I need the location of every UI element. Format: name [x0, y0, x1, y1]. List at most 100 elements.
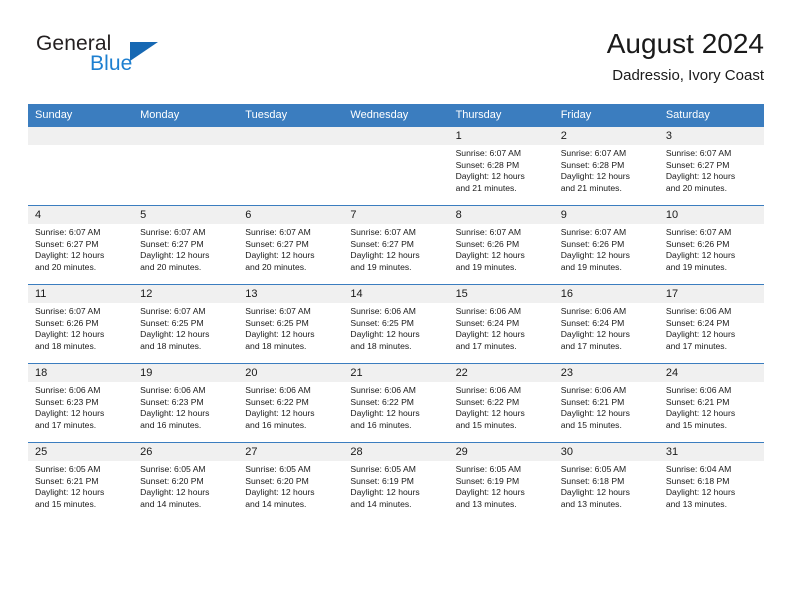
- calendar-day-cell[interactable]: 24 Sunrise: 6:06 AM Sunset: 6:21 PM Dayligh…: [658, 363, 764, 443]
- sunrise-text: Sunrise: 6:06 AM: [665, 385, 732, 395]
- calendar-cell-empty: [238, 126, 344, 206]
- sunrise-text: Sunrise: 6:06 AM: [140, 385, 206, 395]
- sunrise-text: Sunrise: 6:07 AM: [35, 227, 101, 237]
- sunrise-text: Sunrise: 6:07 AM: [455, 227, 522, 237]
- daylight-text-line2: and 15 minutes.: [35, 498, 97, 509]
- daylight-text-line1: Daylight: 12 hours: [455, 250, 525, 261]
- calendar-day-cell[interactable]: 26 Sunrise: 6:05 AM Sunset: 6:20 PM Dayligh…: [133, 442, 239, 521]
- day-number: 6: [238, 206, 344, 224]
- daylight-text-line1: Daylight: 12 hours: [455, 329, 525, 340]
- calendar-day-cell[interactable]: 6 Sunrise: 6:07 AM Sunset: 6:27 PM Daylight…: [238, 205, 344, 285]
- calendar-day-cell[interactable]: 9 Sunrise: 6:07 AM Sunset: 6:26 PM Daylight…: [553, 205, 659, 285]
- calendar-day-cell[interactable]: 19 Sunrise: 6:06 AM Sunset: 6:23 PM Dayligh…: [133, 363, 239, 443]
- calendar-day-cell[interactable]: 4 Sunrise: 6:07 AM Sunset: 6:27 PM Daylight…: [28, 205, 134, 285]
- daylight-text-line2: and 13 minutes.: [665, 498, 727, 509]
- day-number: 17: [658, 285, 764, 303]
- daylight-text-line1: Daylight: 12 hours: [350, 487, 420, 498]
- sunrise-text: Sunrise: 6:07 AM: [35, 306, 101, 316]
- calendar-day-cell[interactable]: 2 Sunrise: 6:07 AM Sunset: 6:28 PM Daylight…: [553, 126, 659, 206]
- day-number: 4: [28, 206, 134, 224]
- calendar-day-cell[interactable]: 11 Sunrise: 6:07 AM Sunset: 6:26 PM Dayligh…: [28, 284, 134, 364]
- weekday-header-thursday: Thursday: [448, 104, 554, 127]
- sunrise-text: Sunrise: 6:05 AM: [350, 464, 416, 474]
- calendar-day-cell[interactable]: 29 Sunrise: 6:05 AM Sunset: 6:19 PM Dayligh…: [448, 442, 554, 521]
- day-number: 31: [658, 443, 764, 461]
- sunrise-text: Sunrise: 6:06 AM: [560, 385, 627, 395]
- calendar-day-cell[interactable]: 14 Sunrise: 6:06 AM Sunset: 6:25 PM Dayligh…: [343, 284, 449, 364]
- calendar-day-cell[interactable]: 3 Sunrise: 6:07 AM Sunset: 6:27 PM Daylight…: [658, 126, 764, 206]
- day-number: 27: [238, 443, 344, 461]
- general-blue-logo[interactable]: General Blue: [28, 32, 268, 92]
- sunset-text: Sunset: 6:19 PM: [350, 475, 414, 486]
- daylight-text-line1: Daylight: 12 hours: [665, 408, 736, 419]
- calendar-day-cell[interactable]: 5 Sunrise: 6:07 AM Sunset: 6:27 PM Daylight…: [133, 205, 239, 285]
- calendar-day-cell[interactable]: 17 Sunrise: 6:06 AM Sunset: 6:24 PM Dayligh…: [658, 284, 764, 364]
- daylight-text-line2: and 18 minutes.: [140, 340, 202, 351]
- sunset-text: Sunset: 6:23 PM: [140, 396, 204, 407]
- day-number: 16: [553, 285, 659, 303]
- sunset-text: Sunset: 6:26 PM: [560, 238, 625, 249]
- daylight-text-line2: and 17 minutes.: [665, 340, 727, 351]
- daylight-text-line1: Daylight: 12 hours: [35, 408, 105, 419]
- page-title: August 2024: [606, 28, 764, 59]
- calendar-day-cell[interactable]: 30 Sunrise: 6:05 AM Sunset: 6:18 PM Dayligh…: [553, 442, 659, 521]
- sunrise-text: Sunrise: 6:05 AM: [140, 464, 206, 474]
- daylight-text-line1: Daylight: 12 hours: [245, 408, 315, 419]
- day-details: Sunrise: 6:06 AM Sunset: 6:21 PM Daylight:…: [554, 382, 659, 431]
- calendar-day-cell[interactable]: 23 Sunrise: 6:06 AM Sunset: 6:21 PM Dayligh…: [553, 363, 659, 443]
- sunset-text: Sunset: 6:22 PM: [350, 396, 414, 407]
- sunset-text: Sunset: 6:19 PM: [455, 475, 520, 486]
- day-number: [133, 127, 239, 145]
- day-details: Sunrise: 6:05 AM Sunset: 6:19 PM Daylight:…: [449, 461, 554, 510]
- calendar-day-cell[interactable]: 16 Sunrise: 6:06 AM Sunset: 6:24 PM Dayligh…: [553, 284, 659, 364]
- day-details: Sunrise: 6:06 AM Sunset: 6:22 PM Daylight:…: [343, 382, 448, 431]
- daylight-text-line1: Daylight: 12 hours: [35, 250, 105, 261]
- calendar-day-cell[interactable]: 22 Sunrise: 6:06 AM Sunset: 6:22 PM Dayligh…: [448, 363, 554, 443]
- day-number: 5: [133, 206, 239, 224]
- daylight-text-line2: and 20 minutes.: [665, 182, 727, 193]
- calendar-day-cell[interactable]: 18 Sunrise: 6:06 AM Sunset: 6:23 PM Dayligh…: [28, 363, 134, 443]
- day-number: 21: [343, 364, 449, 382]
- calendar-day-cell[interactable]: 28 Sunrise: 6:05 AM Sunset: 6:19 PM Dayligh…: [343, 442, 449, 521]
- calendar-day-cell[interactable]: 7 Sunrise: 6:07 AM Sunset: 6:27 PM Daylight…: [343, 205, 449, 285]
- day-details: Sunrise: 6:05 AM Sunset: 6:20 PM Daylight:…: [238, 461, 343, 510]
- daylight-text-line2: and 20 minutes.: [35, 261, 97, 272]
- calendar-day-cell[interactable]: 10 Sunrise: 6:07 AM Sunset: 6:26 PM Dayligh…: [658, 205, 764, 285]
- calendar-day-cell[interactable]: 1 Sunrise: 6:07 AM Sunset: 6:28 PM Daylight…: [448, 126, 554, 206]
- calendar-cell-empty: [133, 126, 239, 206]
- calendar-week-row: 25 Sunrise: 6:05 AM Sunset: 6:21 PM Dayligh…: [28, 442, 764, 521]
- calendar-cell-empty: [28, 126, 134, 206]
- calendar-day-cell[interactable]: 13 Sunrise: 6:07 AM Sunset: 6:25 PM Dayligh…: [238, 284, 344, 364]
- sunset-text: Sunset: 6:28 PM: [455, 159, 520, 170]
- daylight-text-line1: Daylight: 12 hours: [455, 408, 525, 419]
- day-details: Sunrise: 6:07 AM Sunset: 6:26 PM Daylight:…: [449, 224, 554, 273]
- day-details: Sunrise: 6:05 AM Sunset: 6:19 PM Daylight:…: [343, 461, 448, 510]
- daylight-text-line1: Daylight: 12 hours: [350, 250, 420, 261]
- calendar-day-cell[interactable]: 31 Sunrise: 6:04 AM Sunset: 6:18 PM Dayligh…: [658, 442, 764, 521]
- day-details: Sunrise: 6:06 AM Sunset: 6:23 PM Daylight:…: [28, 382, 133, 431]
- sunrise-text: Sunrise: 6:06 AM: [665, 306, 732, 316]
- sunrise-text: Sunrise: 6:07 AM: [140, 227, 206, 237]
- calendar-day-cell[interactable]: 20 Sunrise: 6:06 AM Sunset: 6:22 PM Dayligh…: [238, 363, 344, 443]
- daylight-text-line2: and 15 minutes.: [455, 419, 517, 430]
- sunrise-text: Sunrise: 6:06 AM: [455, 385, 522, 395]
- calendar-day-cell[interactable]: 25 Sunrise: 6:05 AM Sunset: 6:21 PM Dayligh…: [28, 442, 134, 521]
- day-details: Sunrise: 6:06 AM Sunset: 6:22 PM Daylight:…: [449, 382, 554, 431]
- sunset-text: Sunset: 6:25 PM: [245, 317, 309, 328]
- sunrise-text: Sunrise: 6:07 AM: [245, 306, 311, 316]
- calendar-day-cell[interactable]: 15 Sunrise: 6:06 AM Sunset: 6:24 PM Dayligh…: [448, 284, 554, 364]
- daylight-text-line1: Daylight: 12 hours: [560, 329, 630, 340]
- sunrise-text: Sunrise: 6:06 AM: [35, 385, 101, 395]
- day-number: 20: [238, 364, 344, 382]
- calendar-day-cell[interactable]: 12 Sunrise: 6:07 AM Sunset: 6:25 PM Dayligh…: [133, 284, 239, 364]
- sunset-text: Sunset: 6:21 PM: [560, 396, 625, 407]
- sunrise-text: Sunrise: 6:06 AM: [350, 385, 416, 395]
- calendar-day-cell[interactable]: 27 Sunrise: 6:05 AM Sunset: 6:20 PM Dayligh…: [238, 442, 344, 521]
- calendar-day-cell[interactable]: 21 Sunrise: 6:06 AM Sunset: 6:22 PM Dayligh…: [343, 363, 449, 443]
- daylight-text-line2: and 19 minutes.: [665, 261, 727, 272]
- title-block: August 2024 Dadressio, Ivory Coast: [607, 26, 764, 87]
- day-number: 12: [133, 285, 239, 303]
- day-number: 1: [448, 127, 554, 145]
- calendar-day-cell[interactable]: 8 Sunrise: 6:07 AM Sunset: 6:26 PM Daylight…: [448, 205, 554, 285]
- daylight-text-line2: and 18 minutes.: [350, 340, 412, 351]
